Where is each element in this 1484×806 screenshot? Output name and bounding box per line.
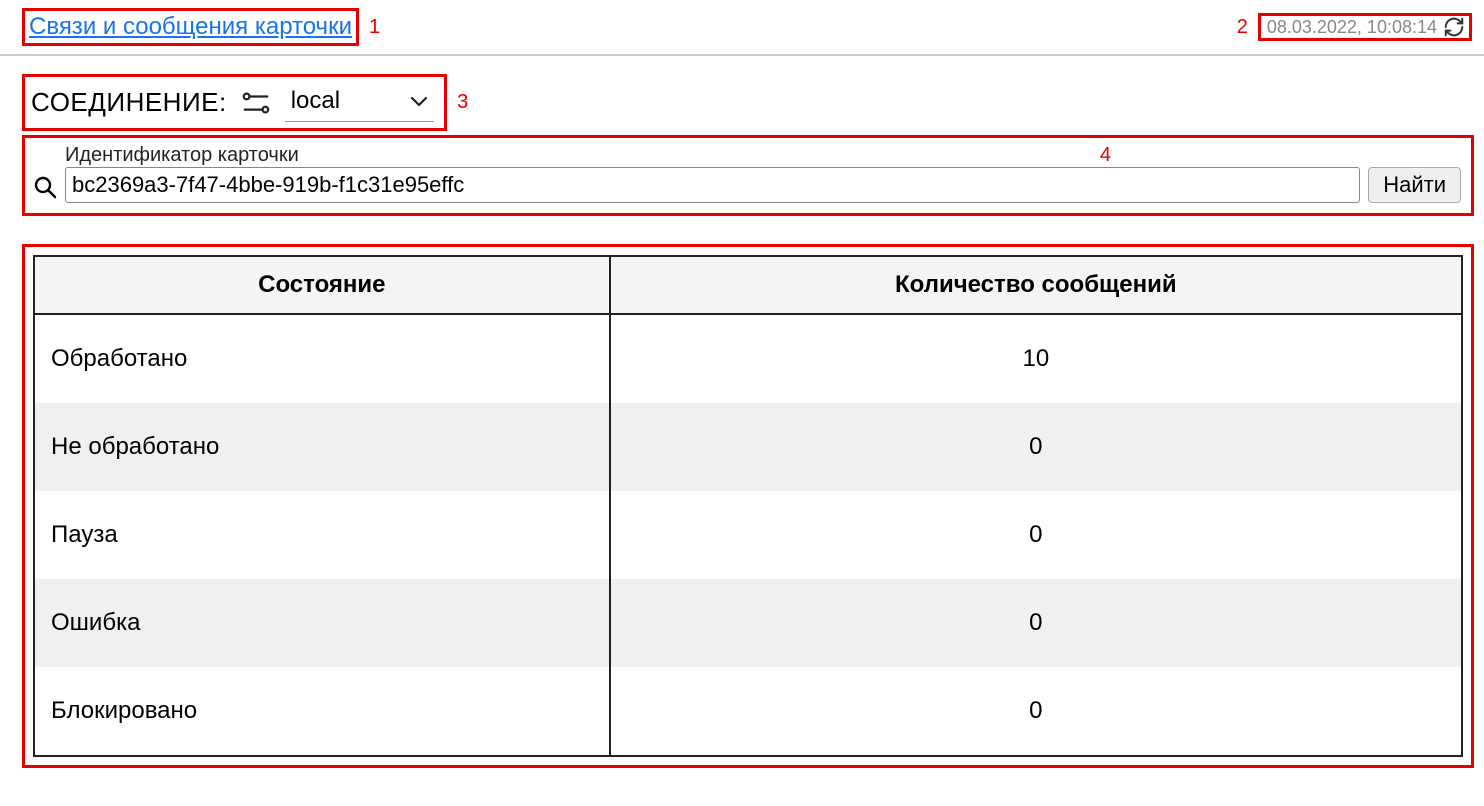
connection-icon — [241, 89, 271, 117]
header-bar: Связи и сообщения карточки 1 2 08.03.202… — [0, 0, 1484, 56]
cell-state: Блокировано — [34, 667, 610, 756]
col-header-count: Количество сообщений — [610, 256, 1462, 314]
cell-count: 0 — [610, 579, 1462, 667]
cell-count: 0 — [610, 491, 1462, 579]
search-icon — [33, 175, 57, 199]
connection-select-value: local — [291, 87, 340, 115]
col-header-state: Состояние — [34, 256, 610, 314]
timestamp-text: 08.03.2022, 10:08:14 — [1267, 17, 1437, 38]
page-title-link[interactable]: Связи и сообщения карточки — [29, 13, 352, 40]
annotation-1: 1 — [369, 16, 380, 39]
cell-state: Пауза — [34, 491, 610, 579]
results-highlight-box: Состояние Количество сообщений Обработан… — [22, 244, 1474, 768]
connection-select[interactable]: local — [285, 83, 434, 122]
annotation-2: 2 — [1237, 16, 1248, 39]
cell-count: 10 — [610, 314, 1462, 403]
results-table: Состояние Количество сообщений Обработан… — [33, 255, 1463, 757]
table-row: Блокировано 0 — [34, 667, 1462, 756]
title-highlight-box: Связи и сообщения карточки — [22, 8, 359, 46]
connection-row: СОЕДИНЕНИЕ: local 3 — [22, 74, 1484, 131]
annotation-3: 3 — [457, 91, 468, 114]
search-highlight-box: 4 Идентификатор карточки Найти — [22, 135, 1474, 216]
find-button[interactable]: Найти — [1368, 167, 1461, 203]
card-id-label: Идентификатор карточки — [65, 144, 1360, 167]
cell-state: Не обработано — [34, 403, 610, 491]
connection-highlight-box: СОЕДИНЕНИЕ: local — [22, 74, 447, 131]
table-row: Ошибка 0 — [34, 579, 1462, 667]
annotation-4: 4 — [1100, 144, 1111, 167]
cell-state: Ошибка — [34, 579, 610, 667]
cell-state: Обработано — [34, 314, 610, 403]
table-row: Обработано 10 — [34, 314, 1462, 403]
cell-count: 0 — [610, 667, 1462, 756]
chevron-down-icon — [410, 95, 428, 107]
connection-label: СОЕДИНЕНИЕ: — [31, 87, 227, 118]
timestamp-highlight-box: 08.03.2022, 10:08:14 — [1258, 13, 1472, 41]
table-row: Пауза 0 — [34, 491, 1462, 579]
cell-count: 0 — [610, 403, 1462, 491]
refresh-icon[interactable] — [1443, 16, 1465, 38]
card-id-input[interactable] — [65, 167, 1360, 203]
table-row: Не обработано 0 — [34, 403, 1462, 491]
